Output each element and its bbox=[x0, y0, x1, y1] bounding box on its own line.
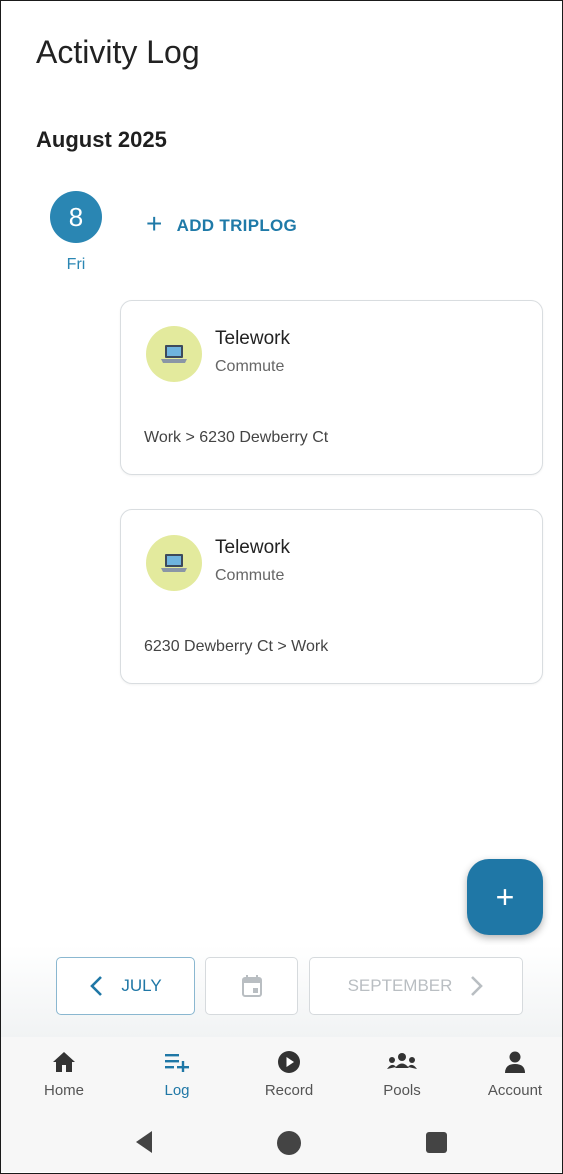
trip-purpose: Commute bbox=[215, 358, 285, 375]
back-icon[interactable] bbox=[134, 1130, 154, 1159]
next-month-button[interactable]: SEPTEMBER bbox=[309, 957, 523, 1015]
nav-record-label: Record bbox=[264, 1082, 314, 1099]
nav-account[interactable]: Account bbox=[470, 1048, 560, 1099]
nav-pools[interactable]: Pools bbox=[357, 1048, 447, 1099]
home-icon bbox=[19, 1048, 109, 1076]
nav-account-label: Account bbox=[487, 1082, 543, 1099]
add-triplog-button[interactable]: + ADD TRIPLOG bbox=[146, 208, 298, 239]
nav-home[interactable]: Home bbox=[19, 1048, 109, 1099]
add-fab-button[interactable]: + bbox=[467, 859, 543, 935]
previous-month-label: JULY bbox=[121, 976, 162, 995]
day-weekday-label: Fri bbox=[66, 256, 86, 273]
account-icon bbox=[470, 1048, 560, 1076]
trip-purpose: Commute bbox=[215, 567, 285, 584]
nav-record[interactable]: Record bbox=[244, 1048, 334, 1099]
plus-icon: + bbox=[495, 878, 515, 915]
nav-log-label: Log bbox=[164, 1082, 190, 1099]
record-icon bbox=[244, 1048, 334, 1076]
trip-card[interactable]: Telework Commute Work > 6230 Dewberry Ct bbox=[120, 300, 543, 475]
log-icon bbox=[132, 1048, 222, 1076]
previous-month-button[interactable]: JULY bbox=[56, 957, 195, 1015]
day-number-badge: 8 bbox=[50, 191, 102, 243]
nav-log[interactable]: Log bbox=[132, 1048, 222, 1099]
calendar-button[interactable] bbox=[205, 957, 298, 1015]
month-heading: August 2025 bbox=[36, 127, 167, 152]
page-title: Activity Log bbox=[36, 34, 200, 70]
laptop-icon bbox=[146, 326, 202, 382]
nav-home-label: Home bbox=[43, 1082, 84, 1099]
plus-icon: + bbox=[146, 208, 163, 239]
laptop-icon bbox=[146, 535, 202, 591]
trip-route: Work > 6230 Dewberry Ct bbox=[144, 429, 329, 446]
trip-route: 6230 Dewberry Ct > Work bbox=[144, 638, 329, 655]
trip-card[interactable]: Telework Commute 6230 Dewberry Ct > Work bbox=[120, 509, 543, 684]
chevron-right-icon bbox=[471, 976, 484, 996]
add-triplog-label: ADD TRIPLOG bbox=[176, 215, 298, 235]
next-month-label: SEPTEMBER bbox=[347, 976, 453, 995]
chevron-left-icon bbox=[90, 976, 103, 996]
calendar-icon bbox=[241, 975, 262, 997]
pools-icon bbox=[357, 1048, 447, 1076]
nav-pools-label: Pools bbox=[383, 1082, 421, 1099]
trip-mode: Telework bbox=[215, 537, 290, 558]
trip-mode: Telework bbox=[215, 328, 290, 349]
recents-square-icon[interactable] bbox=[426, 1132, 447, 1153]
home-circle-icon[interactable] bbox=[277, 1131, 301, 1155]
